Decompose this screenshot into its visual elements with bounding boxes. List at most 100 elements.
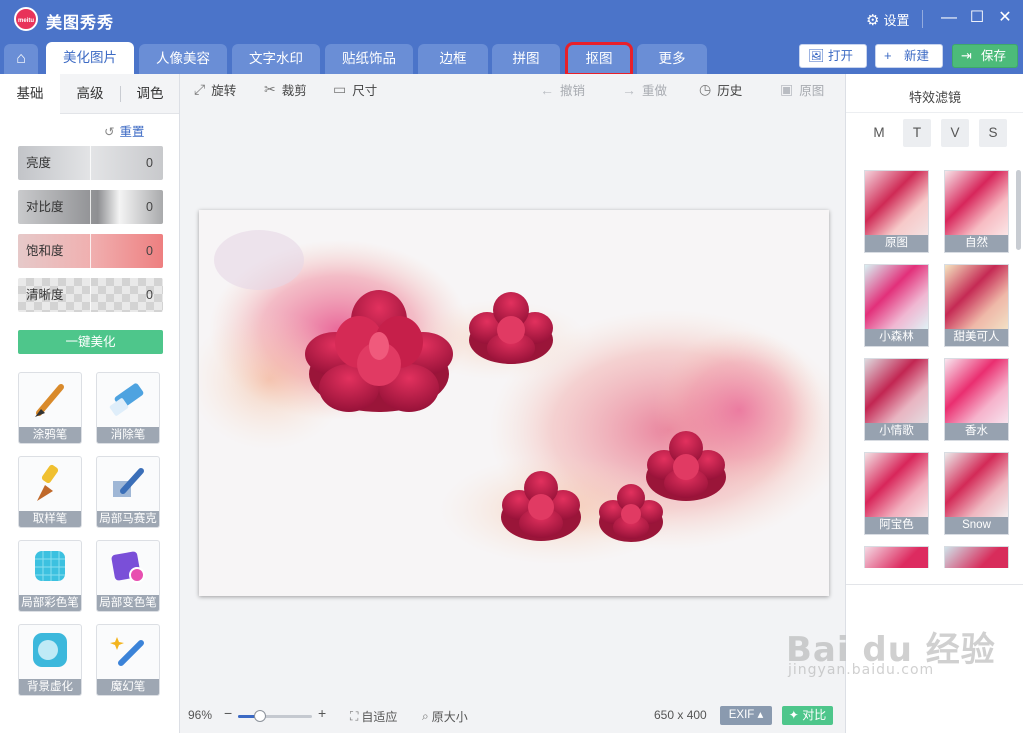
actual-size-button[interactable]: ⌕ 原大小 xyxy=(422,708,468,725)
main-tab-bar: ⌂ 美化图片 人像美容 文字水印 贴纸饰品 边框 拼图 抠图 更多 🖼 打开 +… xyxy=(0,38,1023,76)
open-label: 打开 xyxy=(828,49,854,63)
open-button[interactable]: 🖼 打开 xyxy=(799,44,867,68)
filter-thumbnail xyxy=(865,547,928,568)
sharpness-label: 清晰度 xyxy=(26,288,64,302)
recolor-pen-tool[interactable]: 局部变色笔 xyxy=(96,540,160,612)
tab-collage[interactable]: 拼图 xyxy=(492,44,560,74)
watermark-url: jingyan.baidu.com xyxy=(788,662,935,678)
edited-photo[interactable] xyxy=(199,210,829,596)
zoom-in-icon[interactable]: + xyxy=(318,705,326,721)
save-label: 保存 xyxy=(981,49,1007,63)
eraser-tool[interactable]: 消除笔 xyxy=(96,372,160,444)
magic-pen-icon xyxy=(110,637,144,666)
saturation-slider[interactable]: 饱和度 0 xyxy=(18,234,163,268)
canvas-area: ⤢ 旋转 ✂ 裁剪 ▭ 尺寸 ← 撤销 → 重做 ◷ 历史 ▣ 原图 96% −… xyxy=(180,74,845,733)
filter-partial[interactable] xyxy=(864,546,929,568)
magnifier-icon: ⌕ xyxy=(422,709,429,723)
settings-button[interactable]: ⚙ 设置 xyxy=(866,10,909,29)
new-button[interactable]: + 新建 xyxy=(875,44,943,68)
brightness-slider[interactable]: 亮度 0 xyxy=(18,146,163,180)
minimize-icon[interactable]: — xyxy=(938,6,960,30)
new-label: 新建 xyxy=(904,49,930,63)
maximize-icon[interactable]: ☐ xyxy=(966,6,988,30)
filter-natural[interactable]: 自然 xyxy=(944,170,1009,253)
background-blur-tool[interactable]: 背景虚化 xyxy=(18,624,82,696)
filter-grid: 原图 自然 小森林 甜美可人 小情歌 香水 阿宝色 Snow xyxy=(864,170,1016,568)
brush-tool[interactable]: 涂鸦笔 xyxy=(18,372,82,444)
mosaic-pen-icon xyxy=(113,468,144,497)
one-click-beautify-button[interactable]: 一键美化 xyxy=(18,330,163,354)
tab-more[interactable]: 更多 xyxy=(637,44,707,74)
compare-label: 对比 xyxy=(802,708,827,722)
undo-button[interactable]: ← 撤销 xyxy=(540,80,585,99)
filter-little-forest[interactable]: 小森林 xyxy=(864,264,929,347)
filter-label: Snow xyxy=(945,517,1008,534)
filter-label: 香水 xyxy=(945,423,1008,440)
filter-label: 原图 xyxy=(865,235,928,252)
filter-scrollbar[interactable] xyxy=(1016,170,1021,250)
original-button[interactable]: ▣ 原图 xyxy=(780,80,824,99)
filter-original[interactable]: 原图 xyxy=(864,170,929,253)
resize-icon: ▭ xyxy=(333,81,347,97)
save-button[interactable]: ⇥ 保存 xyxy=(952,44,1018,68)
app-title: 美图秀秀 xyxy=(46,15,115,32)
tab-stickers[interactable]: 贴纸饰品 xyxy=(325,44,413,74)
tool-label: 涂鸦笔 xyxy=(19,427,81,443)
contrast-value: 0 xyxy=(146,200,153,214)
zoom-slider-handle[interactable] xyxy=(254,710,267,722)
filter-label: 甜美可人 xyxy=(945,329,1008,346)
filter-category-s[interactable]: S xyxy=(979,119,1007,147)
filter-thumbnail xyxy=(945,359,1008,424)
contrast-slider[interactable]: 对比度 0 xyxy=(18,190,163,224)
rotate-label: 旋转 xyxy=(211,84,237,98)
subtab-tone[interactable]: 调色 xyxy=(121,74,179,114)
filter-category-m[interactable]: M xyxy=(865,119,893,147)
compare-button[interactable]: ✦ 对比 xyxy=(782,706,833,725)
filter-thumbnail xyxy=(945,265,1008,330)
exif-button[interactable]: EXIF ▴ xyxy=(720,706,772,725)
subtab-advanced[interactable]: 高级 xyxy=(60,74,120,114)
zoom-out-icon[interactable]: − xyxy=(224,705,232,721)
baidu-watermark: Bai du 经验 jingyan.baidu.com xyxy=(786,622,996,678)
tab-frames[interactable]: 边框 xyxy=(418,44,488,74)
redo-button[interactable]: → 重做 xyxy=(622,80,667,99)
filter-thumbnail xyxy=(865,171,928,236)
zoom-slider[interactable] xyxy=(238,710,312,722)
tab-cutout[interactable]: 抠图 xyxy=(565,42,633,76)
filter-snow[interactable]: Snow xyxy=(944,452,1009,535)
flower-artwork xyxy=(199,210,829,596)
filter-love-song[interactable]: 小情歌 xyxy=(864,358,929,441)
close-icon[interactable]: ✕ xyxy=(994,6,1016,30)
fit-to-window-button[interactable]: ⛶ 自适应 xyxy=(350,708,397,725)
filter-perfume[interactable]: 香水 xyxy=(944,358,1009,441)
subtab-basic[interactable]: 基础 xyxy=(0,74,60,115)
compare-icon: ✦ xyxy=(788,708,799,722)
tab-portrait[interactable]: 人像美容 xyxy=(139,44,227,74)
filter-thumbnail xyxy=(945,453,1008,518)
filter-category-t[interactable]: T xyxy=(903,119,931,147)
redo-arrow-icon: → xyxy=(622,81,636,98)
history-button[interactable]: ◷ 历史 xyxy=(699,80,742,99)
home-icon[interactable]: ⌂ xyxy=(4,44,38,74)
sample-brush-tool[interactable]: 取样笔 xyxy=(18,456,82,528)
size-button[interactable]: ▭ 尺寸 xyxy=(333,80,377,99)
filter-category-v[interactable]: V xyxy=(941,119,969,147)
size-label: 尺寸 xyxy=(352,84,378,98)
sharpness-slider[interactable]: 清晰度 0 xyxy=(18,278,163,312)
filter-abao[interactable]: 阿宝色 xyxy=(864,452,929,535)
crop-button[interactable]: ✂ 裁剪 xyxy=(264,80,307,99)
saturation-value: 0 xyxy=(146,244,153,258)
color-pen-tool[interactable]: 局部彩色笔 xyxy=(18,540,82,612)
brightness-value: 0 xyxy=(146,156,153,170)
mosaic-pen-tool[interactable]: 局部马赛克 xyxy=(96,456,160,528)
magic-pen-tool[interactable]: 魔幻笔 xyxy=(96,624,160,696)
slider-divider xyxy=(90,146,91,180)
tool-label: 取样笔 xyxy=(19,511,81,527)
rotate-button[interactable]: ⤢ 旋转 xyxy=(194,80,236,99)
reset-button[interactable]: ↺ 重置 xyxy=(104,121,145,140)
filter-sweet[interactable]: 甜美可人 xyxy=(944,264,1009,347)
tab-text-watermark[interactable]: 文字水印 xyxy=(232,44,320,74)
filter-panel-title: 特效滤镜 xyxy=(908,90,961,105)
filter-partial[interactable] xyxy=(944,546,1009,568)
tab-beautify[interactable]: 美化图片 xyxy=(46,42,134,74)
